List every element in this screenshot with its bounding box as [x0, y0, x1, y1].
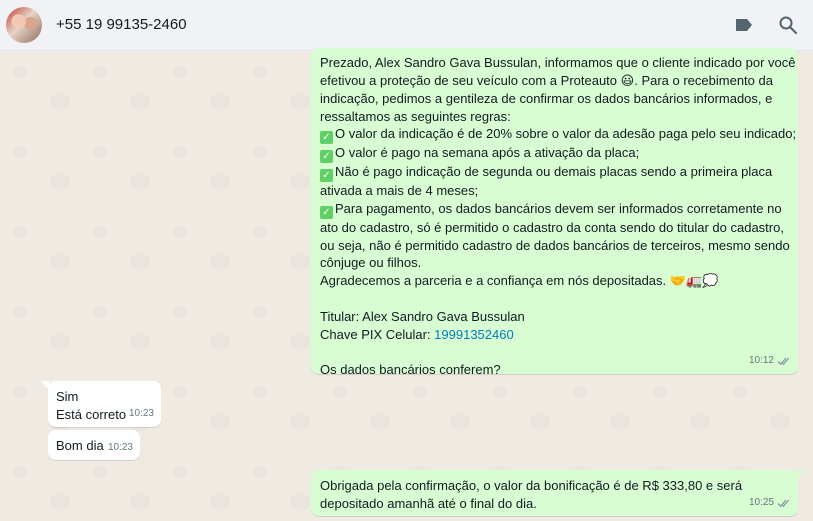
- chat-header: +55 19 99135-2460: [0, 0, 813, 51]
- avatar[interactable]: [6, 7, 42, 43]
- message-text: cônjuge ou filhos.: [320, 255, 422, 271]
- message-text: Obrigada pela confirmação, o valor da bo…: [320, 478, 743, 493]
- rule-item: ✓ O valor da indicação é de 20% sobre o v…: [320, 125, 796, 145]
- check-mark-icon: ✓: [320, 131, 333, 145]
- titular-text: Titular: Alex Sandro Gava Bussulan: [320, 308, 525, 324]
- message-text: Agradecemos a parceria e a confiança em …: [320, 272, 719, 289]
- message-text: ato do cadastro, só é permitido o cadast…: [320, 219, 784, 235]
- message-incoming[interactable]: Bom dia 10:23: [48, 430, 140, 460]
- rule-item: ✓ Não é pago indicação de segunda ou dema…: [320, 163, 789, 183]
- message-text: ou seja, não é permitido cadastro de dad…: [320, 237, 790, 253]
- check-mark-icon: ✓: [320, 169, 333, 183]
- double-check-icon: [777, 357, 790, 366]
- check-mark-icon: ✓: [320, 205, 333, 219]
- message-outgoing[interactable]: Obrigada pela confirmação, o valor da bo…: [311, 470, 805, 516]
- phone-link[interactable]: 19991352460: [434, 327, 514, 342]
- message-meta: 10:12: [749, 352, 791, 370]
- message-incoming[interactable]: Sim Está correto 10:23: [41, 381, 161, 427]
- message-time: 10:12: [748, 355, 774, 367]
- rule-item: ✓ Para pagamento, os dados bancários deve…: [320, 200, 789, 219]
- message-text: ativada a mais de 4 meses;: [320, 183, 479, 199]
- message-text: efetivou a proteção de seu veículo com a…: [320, 72, 773, 89]
- question-text: Os dados bancários conferem?: [320, 361, 501, 377]
- message-text: Sim: [56, 389, 79, 404]
- message-time: 10:23: [128, 408, 154, 420]
- message-meta: 10:23: [129, 405, 154, 423]
- emoji-group: 🤝🚛💭: [669, 273, 719, 289]
- message-meta: 10:23: [108, 439, 133, 457]
- message-meta: 10:25: [749, 494, 791, 512]
- message-text: indicação, pedimos a gentileza de confir…: [320, 91, 773, 107]
- contact-name[interactable]: +55 19 99135-2460: [56, 16, 187, 33]
- message-list[interactable]: Prezado, Alex Sandro Gava Bussulan, info…: [0, 48, 813, 521]
- search-icon[interactable]: [777, 14, 799, 36]
- message-text: Prezado, Alex Sandro Gava Bussulan, info…: [320, 55, 796, 70]
- check-mark-icon: ✓: [320, 150, 333, 164]
- rule-item: ✓ O valor é pago na semana após a ativaçã…: [320, 144, 789, 164]
- message-time: 10:25: [748, 497, 774, 509]
- label-icon[interactable]: [733, 14, 755, 36]
- message-outgoing[interactable]: Prezado, Alex Sandro Gava Bussulan, info…: [311, 48, 798, 377]
- message-time: 10:23: [107, 442, 133, 454]
- double-check-icon: [777, 499, 790, 508]
- smile-emoji: 😃: [620, 73, 635, 89]
- message-text: depositado amanhã até o final do dia.: [320, 495, 537, 511]
- pix-line: Chave PIX Celular: 19991352460: [320, 326, 514, 342]
- message-text: ressaltamos as seguintes regras:: [320, 108, 511, 124]
